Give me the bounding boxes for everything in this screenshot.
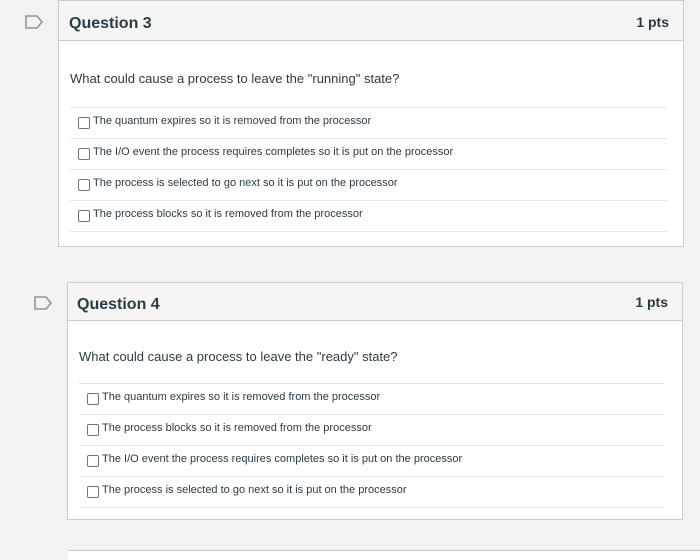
question-3-title: Question 3 [69,15,152,32]
answer-checkbox[interactable] [78,179,90,191]
answer-label: The I/O event the process requires compl… [93,146,454,158]
answer-option[interactable]: The process blocks so it is removed from… [79,415,664,446]
flag-outline-icon[interactable] [34,296,52,310]
answer-checkbox[interactable] [78,210,90,222]
question-3-text: What could cause a process to leave the … [70,71,400,86]
answer-checkbox[interactable] [87,455,99,467]
answer-checkbox[interactable] [87,486,99,498]
question-4-card: Question 4 1 pts What could cause a proc… [67,282,683,520]
question-4-text: What could cause a process to leave the … [79,349,398,364]
question-3-header: Question 3 1 pts [59,1,683,41]
answer-label: The process is selected to go next so it… [102,484,407,496]
answer-checkbox[interactable] [78,148,90,160]
flag-outline-icon[interactable] [25,15,43,29]
answer-option[interactable]: The I/O event the process requires compl… [70,139,667,170]
question-3-card: Question 3 1 pts What could cause a proc… [58,0,684,247]
question-4-answers: The quantum expires so it is removed fro… [79,383,664,508]
answer-checkbox[interactable] [87,424,99,436]
answer-checkbox[interactable] [78,117,90,129]
answer-label: The quantum expires so it is removed fro… [102,391,381,403]
answer-option[interactable]: The process is selected to go next so it… [70,170,667,201]
question-4-title: Question 4 [77,296,160,313]
question-4-points: 1 pts [635,294,668,310]
answer-option[interactable]: The process blocks so it is removed from… [70,201,667,232]
answer-label: The process is selected to go next so it… [93,177,398,189]
answer-label: The process blocks so it is removed from… [93,208,363,220]
answer-option[interactable]: The quantum expires so it is removed fro… [79,384,664,415]
answer-label: The process blocks so it is removed from… [102,422,372,434]
answer-label: The I/O event the process requires compl… [102,453,463,465]
question-4-header: Question 4 1 pts [68,283,682,321]
answer-option[interactable]: The quantum expires so it is removed fro… [70,108,667,139]
answer-option[interactable]: The process is selected to go next so it… [79,477,664,508]
answer-label: The quantum expires so it is removed fro… [93,115,372,127]
answer-option[interactable]: The I/O event the process requires compl… [79,446,664,477]
question-3-answers: The quantum expires so it is removed fro… [70,107,667,232]
answer-checkbox[interactable] [87,393,99,405]
question-3-points: 1 pts [636,14,669,30]
